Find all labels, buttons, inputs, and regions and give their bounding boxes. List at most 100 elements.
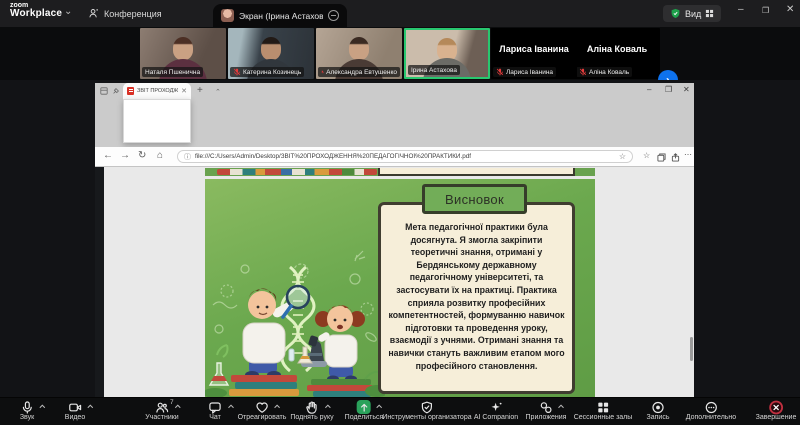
shield-icon — [420, 401, 433, 414]
toolbar-item-label: Звук — [20, 414, 34, 421]
slide-page: Висновок Мета педагогічної практики була… — [205, 179, 595, 397]
participant-nameplate: Катерина Козинець — [230, 67, 304, 77]
pdf-tab-title: ЗВІТ ПРОХОДЖЕННЯ П — [137, 88, 178, 94]
pin-tab-icon[interactable] — [112, 87, 120, 95]
tab-screen-share[interactable]: Экран (Ірина Астахова) — [213, 4, 347, 27]
forward-icon[interactable]: → — [120, 151, 130, 161]
participant-name: Катерина Козинець — [243, 69, 301, 76]
toolbar-heart-button[interactable]: Отреагировать — [238, 400, 287, 421]
chevron-up-icon[interactable] — [39, 404, 46, 409]
slide-text-box: Мета педагогічної практики була досягнут… — [378, 202, 575, 394]
toolbar-mic-button[interactable]: Звук — [20, 400, 34, 421]
tab-list-icon[interactable] — [100, 87, 108, 95]
pdf-file-icon — [127, 87, 134, 95]
new-tab-button[interactable]: + — [197, 86, 203, 96]
chevron-up-icon[interactable] — [174, 404, 181, 409]
toolbar-item-label: Приложения — [526, 414, 567, 421]
toolbar-hand-button[interactable]: Поднять руку — [290, 400, 333, 421]
toolbar-item-label: Запись — [647, 414, 670, 421]
toolbar-end-button[interactable]: Завершение — [756, 400, 797, 421]
participant-tile[interactable]: Лариса Іванина Лариса Іванина — [491, 28, 577, 79]
participant-nameplate: Ірина Астахова — [408, 65, 460, 75]
toolbar-breakout-button[interactable]: Сессионные залы — [574, 400, 633, 421]
participant-tile[interactable]: Катерина Козинець — [228, 28, 314, 79]
participant-tile[interactable]: Аліна Коваль Аліна Коваль — [574, 28, 660, 79]
toolbar-item-label: Инструменты организатора — [382, 414, 471, 421]
participant-tile[interactable]: Александра Евтушенко — [316, 28, 402, 79]
favorites-icon[interactable]: ☆ — [643, 152, 650, 160]
chevron-up-icon[interactable] — [274, 404, 281, 409]
mic-muted-icon — [233, 68, 241, 76]
participant-nameplate: Лариса Іванина — [493, 67, 556, 77]
tab-search-caret-icon[interactable]: ⌃ — [215, 88, 221, 96]
chevron-up-icon[interactable] — [87, 404, 94, 409]
address-field[interactable]: ⓘ file:///C:/Users/Admin/Desktop/ЗВІТ%20… — [177, 150, 633, 163]
collections-icon[interactable] — [657, 153, 666, 162]
home-icon[interactable]: ⌂ — [157, 151, 163, 161]
toolbar-shield-button[interactable]: Инструменты организатора — [382, 400, 471, 421]
avatar — [221, 9, 234, 22]
conference-tab-label: Конференция — [104, 9, 162, 19]
record-icon — [652, 401, 665, 414]
shield-check-icon — [670, 8, 681, 19]
browser-minimize-button[interactable]: – — [647, 86, 651, 94]
toolbar-item-label: Поднять руку — [290, 414, 333, 421]
hand-icon — [305, 401, 318, 414]
share-icon — [357, 400, 371, 414]
reload-icon[interactable]: ↻ — [138, 151, 146, 161]
browser-restore-button[interactable]: ❐ — [665, 86, 672, 94]
slide-title-box: Висновок — [422, 184, 527, 214]
previous-page-art — [217, 169, 377, 175]
end-icon — [768, 400, 783, 415]
participant-name: Лариса Іванина — [506, 69, 553, 76]
pdf-scrollbar[interactable] — [690, 167, 693, 397]
zoom-workplace-logo: zoom Workplace — [10, 2, 62, 19]
toolbar-camera-button[interactable]: Видео — [65, 400, 85, 421]
toolbar-share-button[interactable]: Поделиться — [345, 400, 384, 421]
participant-name-centered: Лариса Іванина — [491, 44, 577, 54]
view-button[interactable]: Вид — [663, 5, 721, 22]
pdf-scrollbar-thumb[interactable] — [690, 337, 693, 361]
toolbar-apps-button[interactable]: Приложения — [526, 400, 567, 421]
tab-conference[interactable]: Конференция — [80, 0, 170, 27]
toolbar-chat-button[interactable]: Чат — [209, 400, 222, 421]
slide-title: Висновок — [445, 192, 504, 207]
share-page-icon[interactable] — [671, 153, 680, 162]
close-tab-icon[interactable]: ✕ — [181, 87, 187, 95]
tab-preview-panel — [123, 99, 191, 143]
maximize-button[interactable]: ❐ — [762, 7, 769, 15]
participant-tile[interactable]: Наталя Пшенична — [140, 28, 226, 79]
slide-body-text: Мета педагогічної практики була досягнут… — [388, 221, 565, 372]
close-button[interactable]: ✕ — [786, 5, 794, 15]
mic-muted-icon — [321, 68, 324, 76]
chevron-down-icon[interactable]: ⌄ — [64, 6, 72, 17]
chevron-up-icon[interactable] — [227, 404, 234, 409]
settings-dots-icon[interactable]: ⋯ — [684, 151, 692, 159]
zoom-window: zoom Workplace ⌄ Конференция Экран (Ірин… — [0, 0, 800, 425]
toolbar-participants-button[interactable]: 7 Участники — [145, 400, 178, 421]
minimize-button[interactable]: – — [738, 5, 744, 15]
toolbar-item-label: Завершение — [756, 414, 797, 421]
page-info-icon[interactable]: ⓘ — [184, 152, 191, 162]
bookmark-star-icon[interactable]: ☆ — [619, 152, 626, 161]
pdf-browser-tab[interactable]: ЗВІТ ПРОХОДЖЕННЯ П ✕ — [123, 83, 191, 99]
participant-tile[interactable]: Ірина Астахова — [404, 28, 490, 79]
toolbar-item-label: Участники — [145, 414, 178, 421]
collapse-tab-icon[interactable] — [328, 10, 339, 21]
participant-nameplate: Александра Евтушенко — [318, 67, 400, 77]
back-icon[interactable]: ← — [103, 151, 113, 161]
pdf-viewer: Висновок Мета педагогічної практики була… — [95, 167, 694, 397]
toolbar-more-button[interactable]: Дополнительно — [686, 400, 736, 421]
participants-icon — [155, 401, 168, 414]
participant-name: Аліна Коваль — [589, 69, 629, 76]
sparkle-icon — [489, 401, 502, 414]
toolbar-item-label: Видео — [65, 414, 85, 421]
browser-close-button[interactable]: ✕ — [683, 86, 690, 94]
toolbar-sparkle-button[interactable]: AI Companion — [474, 400, 518, 421]
chevron-up-icon[interactable] — [558, 404, 565, 409]
previous-page-textbox-bottom — [378, 168, 575, 176]
grid-view-icon — [705, 9, 714, 18]
chevron-up-icon[interactable] — [324, 404, 331, 409]
toolbar-record-button[interactable]: Запись — [647, 400, 670, 421]
breakout-icon — [596, 401, 609, 414]
